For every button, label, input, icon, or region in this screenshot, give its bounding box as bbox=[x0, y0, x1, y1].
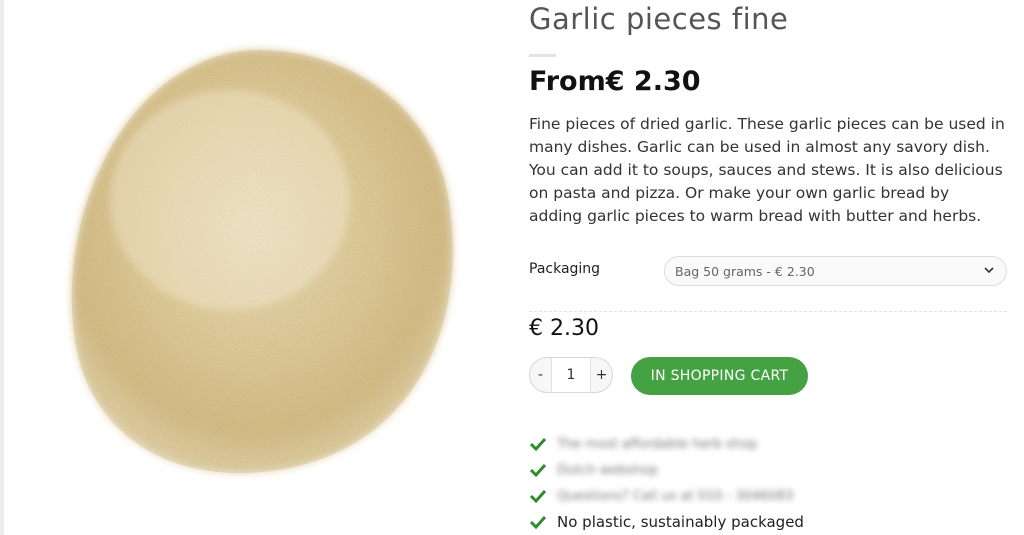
quantity-input[interactable] bbox=[551, 358, 591, 392]
product-description: Fine pieces of dried garlic. These garli… bbox=[529, 115, 1005, 225]
quantity-decrease-button[interactable]: - bbox=[530, 358, 551, 392]
title-divider bbox=[529, 54, 556, 57]
usp-text: The most affordable herb shop bbox=[557, 436, 758, 452]
product-title: Garlic pieces fine bbox=[529, 2, 789, 36]
checkmark-icon bbox=[529, 463, 547, 478]
usp-list: The most affordable herb shop Dutch webs… bbox=[529, 431, 804, 535]
garlic-powder-pile-image bbox=[71, 49, 453, 474]
usp-text: Questions? Call us at 010 - 3046083 bbox=[557, 488, 794, 504]
packaging-label: Packaging bbox=[529, 261, 601, 277]
price-divider bbox=[529, 311, 1007, 312]
checkmark-icon bbox=[529, 437, 547, 452]
usp-item: Questions? Call us at 010 - 3046083 bbox=[529, 483, 804, 509]
packaging-selected-value: Bag 50 grams - € 2.30 bbox=[675, 263, 815, 279]
usp-text: No plastic, sustainably packaged bbox=[557, 513, 804, 531]
usp-text: Dutch webshop bbox=[557, 462, 658, 478]
price-from: From€ 2.30 bbox=[529, 66, 701, 97]
usp-item: No plastic, sustainably packaged bbox=[529, 509, 804, 535]
add-to-cart-button[interactable]: IN SHOPPING CART bbox=[631, 357, 808, 395]
checkmark-icon bbox=[529, 515, 547, 530]
left-page-edge bbox=[0, 0, 4, 535]
checkmark-icon bbox=[529, 489, 547, 504]
packaging-select[interactable]: Bag 50 grams - € 2.30 bbox=[664, 256, 1007, 286]
product-image[interactable] bbox=[20, 20, 490, 500]
quantity-stepper: - + bbox=[529, 357, 613, 393]
quantity-increase-button[interactable]: + bbox=[591, 358, 612, 392]
usp-item: Dutch webshop bbox=[529, 457, 804, 483]
chevron-down-icon bbox=[984, 267, 994, 274]
current-price: € 2.30 bbox=[529, 316, 599, 341]
usp-item: The most affordable herb shop bbox=[529, 431, 804, 457]
